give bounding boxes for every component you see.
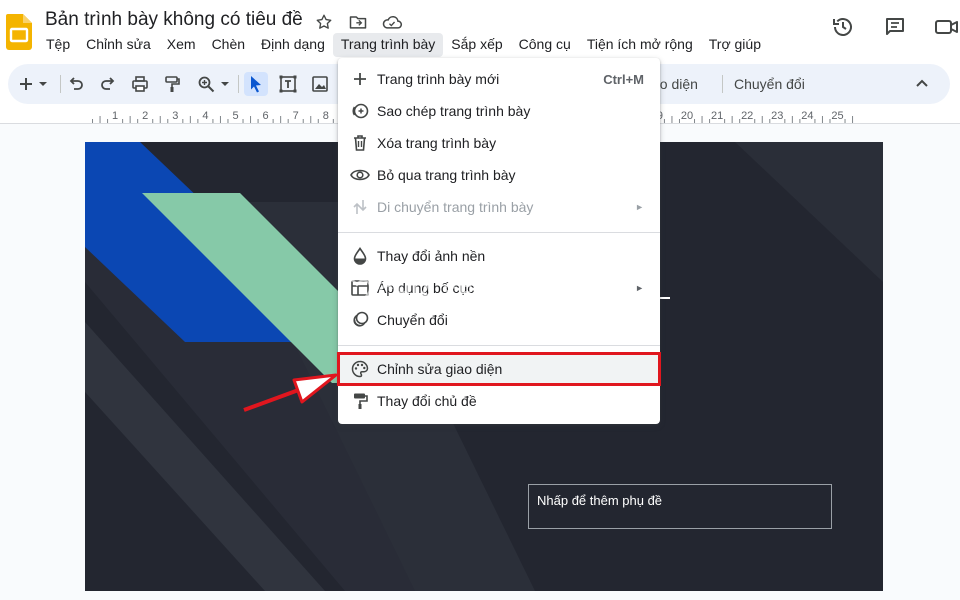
menu-divider bbox=[338, 345, 660, 346]
menu-slide[interactable]: Trang trình bày bbox=[332, 33, 444, 57]
star-icon[interactable] bbox=[313, 11, 335, 33]
transition-icon bbox=[350, 310, 370, 330]
menu-item-label: Bỏ qua trang trình bày bbox=[377, 167, 516, 183]
menu-item-label: Áp dụng bố cục bbox=[377, 280, 475, 296]
undo-icon[interactable] bbox=[64, 72, 88, 96]
transition-button[interactable]: Chuyển đổi bbox=[734, 76, 805, 92]
zoom-icon[interactable] bbox=[194, 72, 218, 96]
redo-icon[interactable] bbox=[96, 72, 120, 96]
title-actions bbox=[313, 11, 403, 33]
menu-tools[interactable]: Công cụ bbox=[511, 33, 579, 57]
eye-icon bbox=[350, 165, 370, 185]
plus-icon bbox=[350, 69, 370, 89]
ruler-number: 7 bbox=[293, 110, 299, 122]
ruler-number: 6 bbox=[263, 110, 269, 122]
paint-format-icon[interactable] bbox=[160, 72, 184, 96]
ruler-number: 22 bbox=[741, 110, 753, 122]
menu-item-label: Chỉnh sửa giao diện bbox=[377, 361, 503, 377]
menu-item-edit-theme[interactable]: Chỉnh sửa giao diện bbox=[337, 352, 661, 386]
toolbar-divider bbox=[60, 75, 61, 93]
trash-icon bbox=[350, 133, 370, 153]
menu-insert[interactable]: Chèn bbox=[204, 33, 253, 57]
ruler-number: 1 bbox=[112, 110, 118, 122]
ruler-number: 23 bbox=[771, 110, 783, 122]
ruler-number: 2 bbox=[142, 110, 148, 122]
menu-item-duplicate-slide[interactable]: Sao chép trang trình bày bbox=[338, 95, 660, 127]
title-placeholder-cursor bbox=[660, 297, 670, 299]
toolbar-divider bbox=[238, 75, 239, 93]
menu-view[interactable]: Xem bbox=[159, 33, 204, 57]
menu-divider bbox=[338, 232, 660, 233]
paint-roller-icon bbox=[350, 391, 370, 411]
shortcut-label: Ctrl+M bbox=[603, 71, 644, 87]
ruler-number: 4 bbox=[202, 110, 208, 122]
menu-item-skip-slide[interactable]: Bỏ qua trang trình bày bbox=[338, 159, 660, 191]
menu-item-apply-layout[interactable]: Áp dụng bố cục ► bbox=[338, 272, 660, 304]
history-icon[interactable] bbox=[830, 14, 856, 40]
menu-edit[interactable]: Chỉnh sửa bbox=[78, 33, 159, 57]
annotation-arrow-icon bbox=[243, 373, 338, 412]
menu-arrange[interactable]: Sắp xếp bbox=[443, 33, 510, 57]
menu-item-label: Di chuyển trang trình bày bbox=[377, 199, 534, 215]
menu-item-change-background[interactable]: Thay đổi ảnh nền bbox=[338, 240, 660, 272]
new-slide-dropdown-icon[interactable] bbox=[36, 72, 50, 96]
slides-app: Bản trình bày không có tiêu đề Tệp Chỉnh… bbox=[0, 0, 960, 600]
insert-image-icon[interactable] bbox=[308, 72, 332, 96]
ruler-number: 25 bbox=[831, 110, 843, 122]
print-icon[interactable] bbox=[128, 72, 152, 96]
collapse-toolbar-chevron-up-icon[interactable] bbox=[910, 72, 934, 96]
menu-item-label: Thay đổi ảnh nền bbox=[377, 248, 486, 264]
drop-icon bbox=[350, 246, 370, 266]
select-cursor-icon[interactable] bbox=[244, 72, 268, 96]
menu-extensions[interactable]: Tiện ích mở rộng bbox=[579, 33, 701, 57]
menu-item-delete-slide[interactable]: Xóa trang trình bày bbox=[338, 127, 660, 159]
ruler-number: 24 bbox=[801, 110, 813, 122]
menu-item-label: Chuyển đổi bbox=[377, 312, 448, 328]
cloud-saved-icon[interactable] bbox=[381, 11, 403, 33]
menu-item-label: Trang trình bày mới bbox=[377, 71, 500, 87]
move-to-folder-icon[interactable] bbox=[347, 11, 369, 33]
layout-icon bbox=[350, 278, 370, 298]
ruler-number: 20 bbox=[681, 110, 693, 122]
subtitle-placeholder[interactable]: Nhấp để thêm phụ đề bbox=[528, 484, 832, 529]
document-title[interactable]: Bản trình bày không có tiêu đề bbox=[45, 9, 303, 31]
duplicate-icon bbox=[350, 101, 370, 121]
zoom-dropdown-icon[interactable] bbox=[218, 72, 232, 96]
menu-bar: Tệp Chỉnh sửa Xem Chèn Định dạng Trang t… bbox=[38, 33, 769, 57]
menu-item-label: Xóa trang trình bày bbox=[377, 135, 497, 151]
top-right-actions bbox=[830, 14, 960, 40]
menu-item-label: Thay đổi chủ đề bbox=[377, 393, 477, 409]
menu-format[interactable]: Định dạng bbox=[253, 33, 333, 57]
submenu-arrow-icon: ► bbox=[635, 283, 644, 293]
move-icon bbox=[350, 197, 370, 217]
palette-icon bbox=[350, 359, 370, 379]
menu-item-transition[interactable]: Chuyển đổi bbox=[338, 304, 660, 336]
new-slide-plus-icon[interactable] bbox=[14, 72, 38, 96]
menu-file[interactable]: Tệp bbox=[38, 33, 78, 57]
video-call-icon[interactable] bbox=[934, 14, 960, 40]
ruler-number: 5 bbox=[232, 110, 238, 122]
submenu-arrow-icon: ► bbox=[635, 202, 644, 212]
toolbar-divider bbox=[722, 75, 723, 93]
menu-item-change-theme[interactable]: Thay đổi chủ đề bbox=[338, 385, 660, 417]
menu-item-label: Sao chép trang trình bày bbox=[377, 103, 531, 119]
ruler-number: 3 bbox=[172, 110, 178, 122]
menu-item-new-slide[interactable]: Trang trình bày mới Ctrl+M bbox=[338, 63, 660, 95]
ruler-number: 21 bbox=[711, 110, 723, 122]
menu-item-move-slide: Di chuyển trang trình bày ► bbox=[338, 191, 660, 223]
menu-help[interactable]: Trợ giúp bbox=[701, 33, 769, 57]
ruler-number: 8 bbox=[323, 110, 329, 122]
slide-menu-dropdown: Trang trình bày mới Ctrl+M Sao chép tran… bbox=[337, 58, 661, 424]
slides-logo-icon[interactable] bbox=[6, 14, 32, 50]
comment-icon[interactable] bbox=[882, 14, 908, 40]
text-box-icon[interactable] bbox=[276, 72, 300, 96]
